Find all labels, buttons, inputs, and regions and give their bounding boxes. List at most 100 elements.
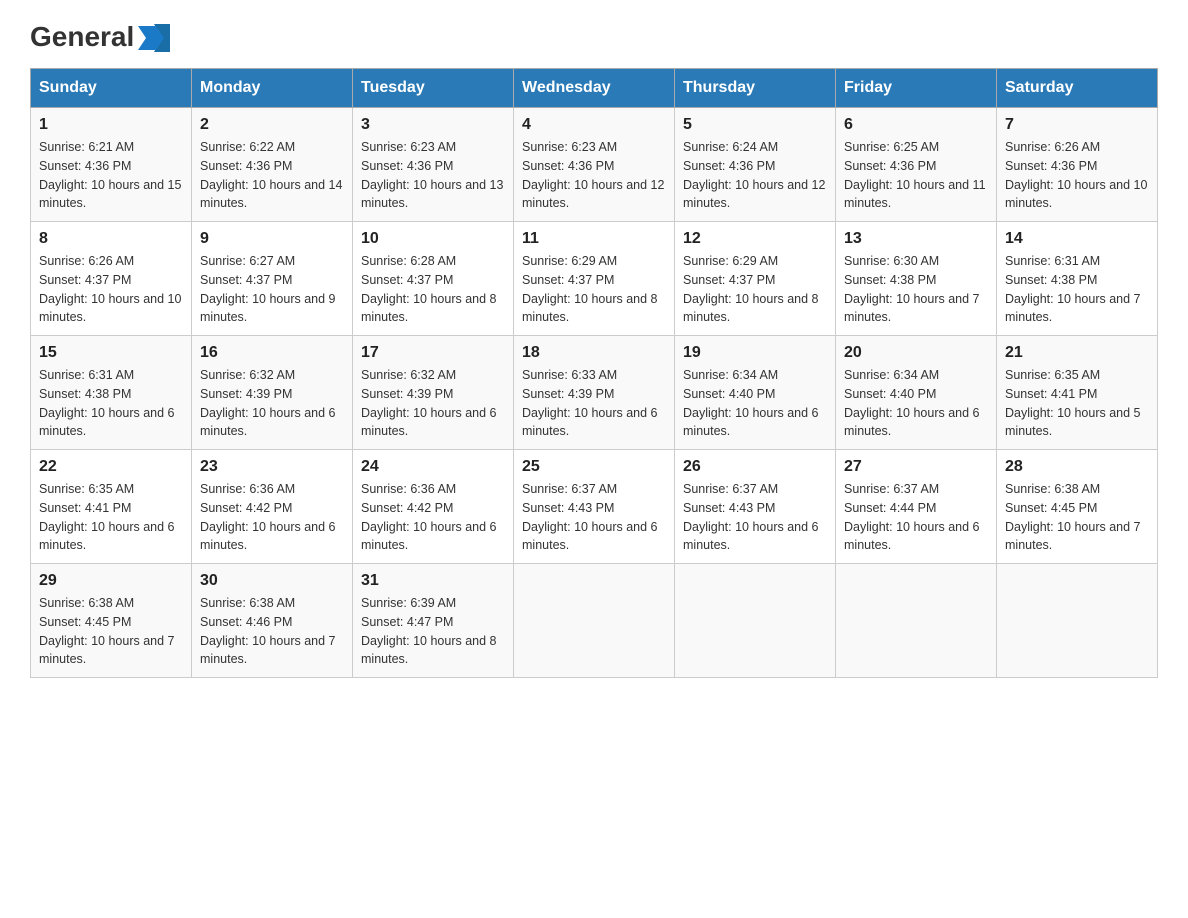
calendar-day-cell: 19 Sunrise: 6:34 AMSunset: 4:40 PMDaylig… [675,336,836,450]
day-number: 10 [361,230,505,248]
day-of-week-header: Tuesday [353,69,514,108]
day-info: Sunrise: 6:27 AMSunset: 4:37 PMDaylight:… [200,254,336,324]
day-number: 13 [844,230,988,248]
day-number: 1 [39,116,183,134]
day-info: Sunrise: 6:37 AMSunset: 4:43 PMDaylight:… [522,482,658,552]
calendar-day-cell: 7 Sunrise: 6:26 AMSunset: 4:36 PMDayligh… [997,108,1158,222]
calendar-day-cell: 27 Sunrise: 6:37 AMSunset: 4:44 PMDaylig… [836,450,997,564]
calendar-day-cell: 9 Sunrise: 6:27 AMSunset: 4:37 PMDayligh… [192,222,353,336]
day-of-week-header: Sunday [31,69,192,108]
day-number: 29 [39,572,183,590]
day-number: 8 [39,230,183,248]
calendar-week-row: 8 Sunrise: 6:26 AMSunset: 4:37 PMDayligh… [31,222,1158,336]
logo: General [30,20,172,48]
day-info: Sunrise: 6:34 AMSunset: 4:40 PMDaylight:… [844,368,980,438]
day-number: 20 [844,344,988,362]
calendar-week-row: 22 Sunrise: 6:35 AMSunset: 4:41 PMDaylig… [31,450,1158,564]
calendar-day-cell: 28 Sunrise: 6:38 AMSunset: 4:45 PMDaylig… [997,450,1158,564]
calendar-day-cell: 16 Sunrise: 6:32 AMSunset: 4:39 PMDaylig… [192,336,353,450]
day-info: Sunrise: 6:23 AMSunset: 4:36 PMDaylight:… [361,140,503,210]
calendar-table: SundayMondayTuesdayWednesdayThursdayFrid… [30,68,1158,678]
calendar-day-cell: 30 Sunrise: 6:38 AMSunset: 4:46 PMDaylig… [192,564,353,678]
day-info: Sunrise: 6:28 AMSunset: 4:37 PMDaylight:… [361,254,497,324]
calendar-day-cell: 18 Sunrise: 6:33 AMSunset: 4:39 PMDaylig… [514,336,675,450]
day-number: 14 [1005,230,1149,248]
day-of-week-header: Saturday [997,69,1158,108]
calendar-day-cell [997,564,1158,678]
calendar-week-row: 15 Sunrise: 6:31 AMSunset: 4:38 PMDaylig… [31,336,1158,450]
calendar-day-cell: 26 Sunrise: 6:37 AMSunset: 4:43 PMDaylig… [675,450,836,564]
day-info: Sunrise: 6:36 AMSunset: 4:42 PMDaylight:… [200,482,336,552]
day-info: Sunrise: 6:35 AMSunset: 4:41 PMDaylight:… [39,482,175,552]
day-number: 2 [200,116,344,134]
day-info: Sunrise: 6:31 AMSunset: 4:38 PMDaylight:… [39,368,175,438]
day-info: Sunrise: 6:39 AMSunset: 4:47 PMDaylight:… [361,596,497,666]
day-info: Sunrise: 6:33 AMSunset: 4:39 PMDaylight:… [522,368,658,438]
day-number: 26 [683,458,827,476]
day-number: 7 [1005,116,1149,134]
day-info: Sunrise: 6:21 AMSunset: 4:36 PMDaylight:… [39,140,181,210]
day-info: Sunrise: 6:32 AMSunset: 4:39 PMDaylight:… [200,368,336,438]
calendar-header-row: SundayMondayTuesdayWednesdayThursdayFrid… [31,69,1158,108]
day-info: Sunrise: 6:38 AMSunset: 4:45 PMDaylight:… [1005,482,1141,552]
day-number: 16 [200,344,344,362]
calendar-week-row: 1 Sunrise: 6:21 AMSunset: 4:36 PMDayligh… [31,108,1158,222]
calendar-day-cell: 13 Sunrise: 6:30 AMSunset: 4:38 PMDaylig… [836,222,997,336]
calendar-day-cell: 15 Sunrise: 6:31 AMSunset: 4:38 PMDaylig… [31,336,192,450]
calendar-day-cell: 21 Sunrise: 6:35 AMSunset: 4:41 PMDaylig… [997,336,1158,450]
calendar-day-cell: 5 Sunrise: 6:24 AMSunset: 4:36 PMDayligh… [675,108,836,222]
calendar-day-cell: 17 Sunrise: 6:32 AMSunset: 4:39 PMDaylig… [353,336,514,450]
calendar-day-cell: 22 Sunrise: 6:35 AMSunset: 4:41 PMDaylig… [31,450,192,564]
calendar-day-cell: 8 Sunrise: 6:26 AMSunset: 4:37 PMDayligh… [31,222,192,336]
day-info: Sunrise: 6:24 AMSunset: 4:36 PMDaylight:… [683,140,825,210]
day-info: Sunrise: 6:30 AMSunset: 4:38 PMDaylight:… [844,254,980,324]
calendar-day-cell [836,564,997,678]
calendar-day-cell: 11 Sunrise: 6:29 AMSunset: 4:37 PMDaylig… [514,222,675,336]
day-of-week-header: Friday [836,69,997,108]
day-info: Sunrise: 6:26 AMSunset: 4:36 PMDaylight:… [1005,140,1147,210]
day-number: 18 [522,344,666,362]
day-number: 4 [522,116,666,134]
calendar-day-cell: 12 Sunrise: 6:29 AMSunset: 4:37 PMDaylig… [675,222,836,336]
day-of-week-header: Monday [192,69,353,108]
day-info: Sunrise: 6:36 AMSunset: 4:42 PMDaylight:… [361,482,497,552]
calendar-day-cell: 24 Sunrise: 6:36 AMSunset: 4:42 PMDaylig… [353,450,514,564]
calendar-day-cell: 3 Sunrise: 6:23 AMSunset: 4:36 PMDayligh… [353,108,514,222]
day-number: 9 [200,230,344,248]
day-info: Sunrise: 6:22 AMSunset: 4:36 PMDaylight:… [200,140,342,210]
logo-general-text: General [30,21,134,53]
day-number: 3 [361,116,505,134]
day-info: Sunrise: 6:31 AMSunset: 4:38 PMDaylight:… [1005,254,1141,324]
day-info: Sunrise: 6:37 AMSunset: 4:44 PMDaylight:… [844,482,980,552]
day-number: 28 [1005,458,1149,476]
calendar-day-cell: 6 Sunrise: 6:25 AMSunset: 4:36 PMDayligh… [836,108,997,222]
calendar-day-cell: 1 Sunrise: 6:21 AMSunset: 4:36 PMDayligh… [31,108,192,222]
calendar-day-cell: 23 Sunrise: 6:36 AMSunset: 4:42 PMDaylig… [192,450,353,564]
day-number: 25 [522,458,666,476]
day-number: 12 [683,230,827,248]
calendar-day-cell: 29 Sunrise: 6:38 AMSunset: 4:45 PMDaylig… [31,564,192,678]
calendar-day-cell: 2 Sunrise: 6:22 AMSunset: 4:36 PMDayligh… [192,108,353,222]
day-info: Sunrise: 6:34 AMSunset: 4:40 PMDaylight:… [683,368,819,438]
calendar-day-cell [675,564,836,678]
day-info: Sunrise: 6:38 AMSunset: 4:45 PMDaylight:… [39,596,175,666]
day-number: 17 [361,344,505,362]
day-info: Sunrise: 6:32 AMSunset: 4:39 PMDaylight:… [361,368,497,438]
day-number: 6 [844,116,988,134]
day-info: Sunrise: 6:26 AMSunset: 4:37 PMDaylight:… [39,254,181,324]
day-of-week-header: Wednesday [514,69,675,108]
calendar-day-cell: 14 Sunrise: 6:31 AMSunset: 4:38 PMDaylig… [997,222,1158,336]
day-number: 31 [361,572,505,590]
day-info: Sunrise: 6:29 AMSunset: 4:37 PMDaylight:… [522,254,658,324]
day-info: Sunrise: 6:23 AMSunset: 4:36 PMDaylight:… [522,140,664,210]
calendar-day-cell: 20 Sunrise: 6:34 AMSunset: 4:40 PMDaylig… [836,336,997,450]
day-number: 21 [1005,344,1149,362]
day-of-week-header: Thursday [675,69,836,108]
day-number: 19 [683,344,827,362]
day-number: 23 [200,458,344,476]
day-info: Sunrise: 6:37 AMSunset: 4:43 PMDaylight:… [683,482,819,552]
logo-arrow-icon [136,22,172,54]
day-number: 24 [361,458,505,476]
calendar-day-cell [514,564,675,678]
day-number: 27 [844,458,988,476]
